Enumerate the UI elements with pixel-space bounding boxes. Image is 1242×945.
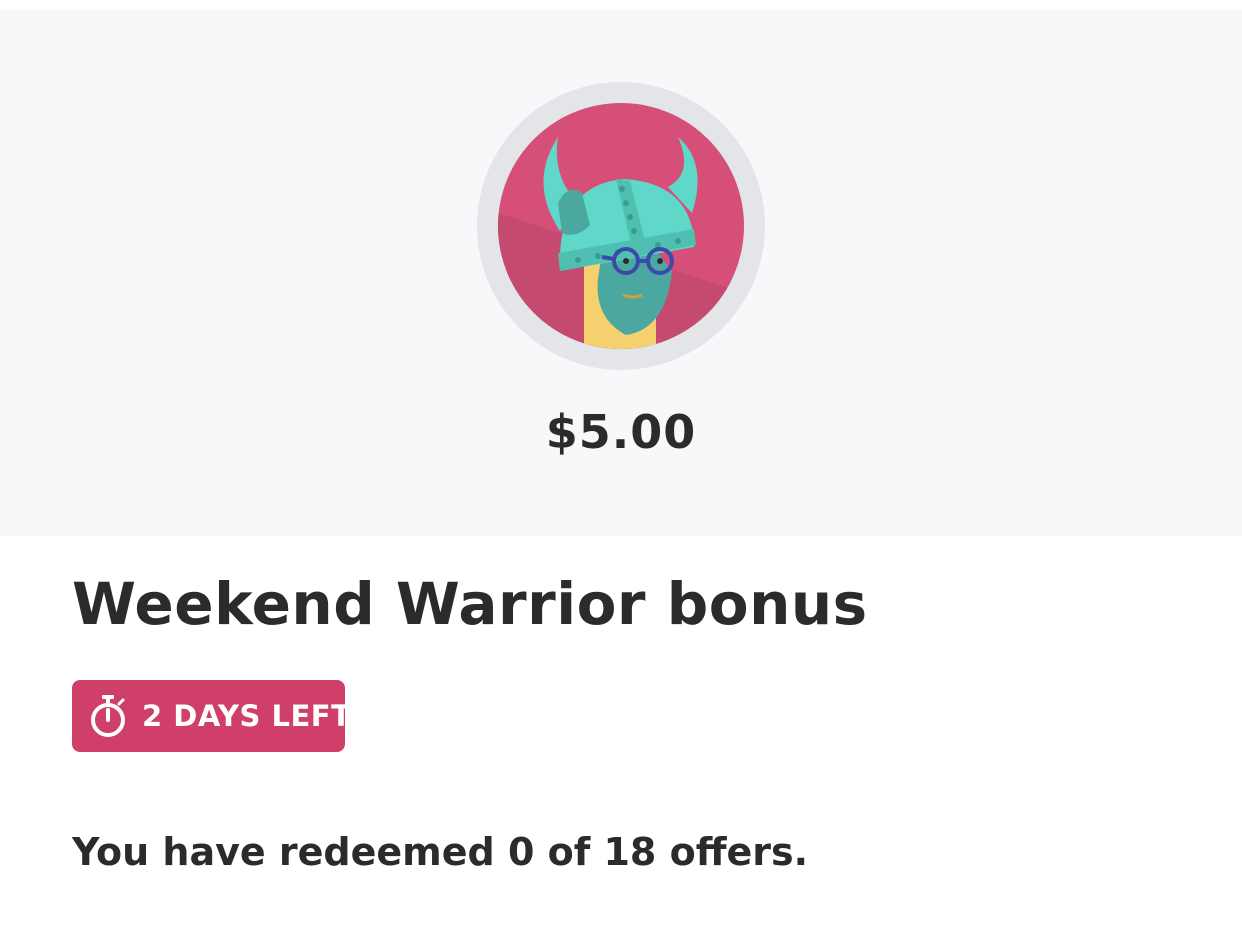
redeemed-status: You have redeemed 0 of 18 offers.: [72, 830, 809, 874]
time-left-label: 2 DAYS LEFT: [142, 699, 352, 733]
avatar: [477, 82, 765, 370]
offer-title: Weekend Warrior bonus: [72, 570, 868, 638]
viking-avatar-icon: [498, 103, 744, 349]
stopwatch-icon: [88, 694, 128, 738]
offer-hero: $5.00: [0, 10, 1242, 536]
time-left-badge: 2 DAYS LEFT: [72, 680, 351, 752]
offer-amount: $5.00: [545, 405, 697, 459]
